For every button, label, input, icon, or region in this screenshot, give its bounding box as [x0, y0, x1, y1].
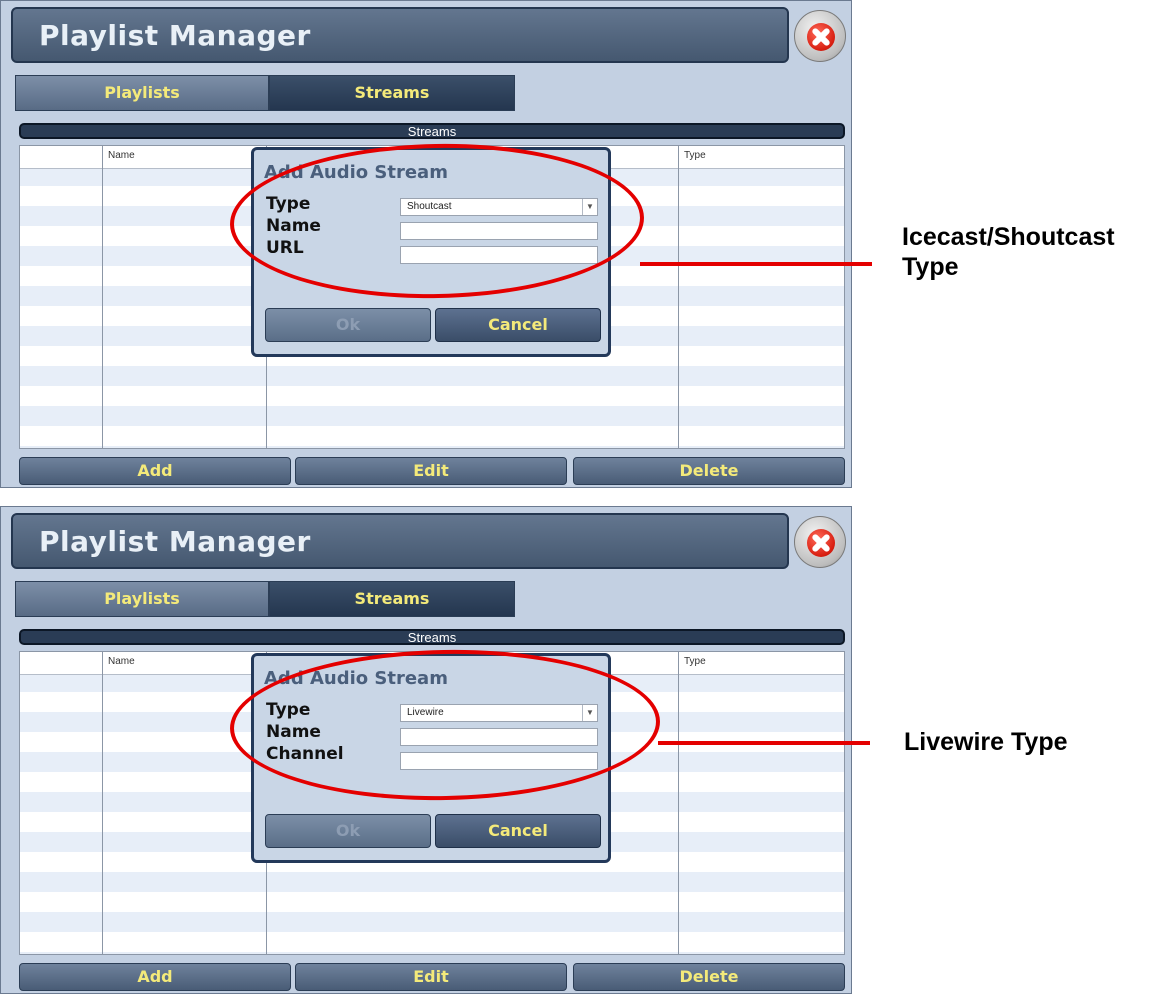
delete-button[interactable]: Delete	[573, 963, 845, 991]
column-divider	[678, 652, 679, 954]
column-header-type[interactable]: Type	[684, 150, 706, 161]
column-divider	[678, 146, 679, 448]
close-x-icon	[807, 23, 835, 51]
add-button[interactable]: Add	[19, 457, 291, 485]
title-bar: Playlist Manager	[11, 513, 789, 569]
cancel-button[interactable]: Cancel	[435, 308, 601, 342]
edit-button[interactable]: Edit	[295, 963, 567, 991]
tab-streams[interactable]: Streams	[269, 581, 515, 617]
title-bar: Playlist Manager	[11, 7, 789, 63]
cancel-button[interactable]: Cancel	[435, 814, 601, 848]
callout-line-2	[658, 741, 870, 745]
column-divider	[102, 652, 103, 954]
tab-streams[interactable]: Streams	[269, 75, 515, 111]
close-button[interactable]	[794, 516, 846, 568]
callout-line-1	[640, 262, 872, 266]
column-header-name[interactable]: Name	[108, 150, 135, 161]
column-header-name[interactable]: Name	[108, 656, 135, 667]
tab-playlists[interactable]: Playlists	[15, 581, 269, 617]
edit-button[interactable]: Edit	[295, 457, 567, 485]
annotation-icecast-shoutcast: Icecast/Shoutcast Type	[902, 223, 1115, 281]
annotation-livewire: Livewire Type	[904, 728, 1068, 756]
section-header: Streams	[19, 629, 845, 645]
ok-button[interactable]: Ok	[265, 814, 431, 848]
column-divider	[102, 146, 103, 448]
close-button[interactable]	[794, 10, 846, 62]
column-header-type[interactable]: Type	[684, 656, 706, 667]
delete-button[interactable]: Delete	[573, 457, 845, 485]
ok-button[interactable]: Ok	[265, 308, 431, 342]
section-header: Streams	[19, 123, 845, 139]
window-title: Playlist Manager	[39, 19, 311, 52]
close-x-icon	[807, 529, 835, 557]
tab-playlists[interactable]: Playlists	[15, 75, 269, 111]
window-title: Playlist Manager	[39, 525, 311, 558]
add-button[interactable]: Add	[19, 963, 291, 991]
